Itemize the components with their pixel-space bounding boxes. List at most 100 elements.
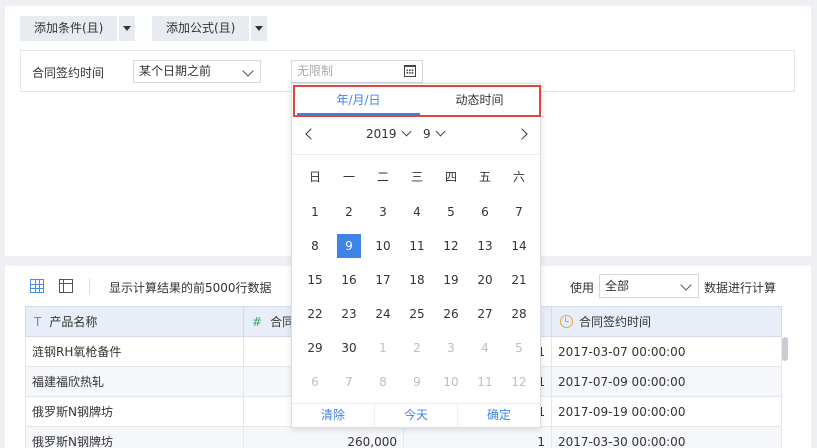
calendar-day[interactable]: 14 — [502, 235, 536, 269]
filter-operator-select[interactable]: 某个日期之前 — [133, 60, 261, 83]
calendar-day[interactable]: 22 — [298, 303, 332, 337]
toolbar-divider — [89, 278, 90, 294]
calendar-day[interactable]: 12 — [502, 371, 536, 405]
calendar-day[interactable]: 9 — [400, 371, 434, 405]
calendar-day-label: 2 — [345, 205, 353, 219]
calendar-day[interactable]: 1 — [298, 201, 332, 235]
calendar-day[interactable]: 4 — [468, 337, 502, 371]
calendar-day-label: 6 — [481, 205, 489, 219]
calendar-day[interactable]: 2 — [332, 201, 366, 235]
calendar-day-label: 25 — [409, 307, 425, 321]
weekday-label: 五 — [478, 170, 491, 184]
add-formula-button[interactable]: 添加公式(且) — [152, 16, 250, 41]
calendar-day[interactable]: 1 — [366, 337, 400, 371]
calendar-day[interactable]: 3 — [434, 337, 468, 371]
calendar-day[interactable]: 3 — [366, 201, 400, 235]
calendar-day[interactable]: 24 — [366, 303, 400, 337]
calendar-day[interactable]: 20 — [468, 269, 502, 303]
calendar-day[interactable]: 27 — [468, 303, 502, 337]
calendar-day-label: 17 — [375, 273, 391, 287]
calendar-day[interactable]: 5 — [434, 201, 468, 235]
add-condition-button[interactable]: 添加条件(且) — [20, 16, 118, 41]
month-select[interactable]: 9 — [423, 126, 446, 141]
month-value: 9 — [423, 127, 431, 141]
calendar-day[interactable]: 10 — [366, 235, 400, 269]
weekday-label: 日 — [308, 170, 321, 184]
confirm-button[interactable]: 确定 — [457, 404, 540, 427]
calendar-day[interactable]: 18 — [400, 269, 434, 303]
add-formula-dropdown-icon[interactable] — [251, 16, 268, 41]
tab-ymd[interactable]: 年/月/日 — [297, 87, 420, 115]
calendar-day-label: 2 — [413, 341, 421, 355]
use-label: 使用 — [570, 281, 595, 295]
calendar-day[interactable]: 7 — [332, 371, 366, 405]
table-cell: 2017-09-19 00:00:00 — [551, 396, 782, 427]
calendar-day[interactable]: 25 — [400, 303, 434, 337]
tab-dynamic-time[interactable]: 动态时间 — [418, 87, 541, 115]
calendar-day[interactable]: 6 — [298, 371, 332, 405]
calendar-day[interactable]: 12 — [434, 235, 468, 269]
table-cell: 俄罗斯N钢牌坊 — [25, 426, 244, 448]
calendar-day[interactable]: 5 — [502, 337, 536, 371]
calendar-day[interactable]: 11 — [468, 371, 502, 405]
table-cell: 2017-03-07 00:00:00 — [551, 336, 782, 367]
calendar-day[interactable]: 21 — [502, 269, 536, 303]
calendar-day[interactable]: 26 — [434, 303, 468, 337]
add-formula-split-button: 添加公式(且) — [152, 16, 268, 41]
table-cell: 260,000 — [243, 426, 404, 448]
calendar-divider — [292, 154, 540, 155]
calendar-day[interactable]: 10 — [434, 371, 468, 405]
calendar-day[interactable]: 4 — [400, 201, 434, 235]
calendar-day[interactable]: 15 — [298, 269, 332, 303]
calendar-day-label: 26 — [443, 307, 459, 321]
table-scrollbar[interactable] — [782, 337, 788, 361]
calendar-day-label: 30 — [341, 341, 357, 355]
today-button[interactable]: 今天 — [374, 404, 457, 427]
row-scope-value: 全部 — [605, 279, 630, 293]
date-picker-footer: 清除 今天 确定 — [292, 403, 540, 427]
year-select[interactable]: 2019 — [366, 126, 411, 141]
calendar-icon[interactable] — [404, 65, 416, 77]
number-type-icon: # — [252, 315, 263, 329]
clear-button[interactable]: 清除 — [292, 404, 374, 427]
calendar-day[interactable]: 23 — [332, 303, 366, 337]
calendar-day[interactable]: 28 — [502, 303, 536, 337]
table-cell: 1 — [403, 426, 552, 448]
calendar-day[interactable]: 30 — [332, 337, 366, 371]
add-condition-dropdown-icon[interactable] — [119, 16, 136, 41]
calendar-day-label: 24 — [375, 307, 391, 321]
calendar-days-grid: 1 2 3 4 5 6 7 8 9 10 11 12 13 14 15 16 17 18 19 20 21 22 23 24 2… — [298, 201, 536, 405]
calendar-day[interactable]: 8 — [298, 235, 332, 269]
weekday-header: 日一二三四五六 — [298, 167, 536, 187]
calendar-day[interactable]: 19 — [434, 269, 468, 303]
calendar-day[interactable]: 17 — [366, 269, 400, 303]
calendar-day-label: 27 — [477, 307, 493, 321]
calendar-day-label: 8 — [379, 375, 387, 389]
chevron-down-icon — [680, 279, 692, 291]
calendar-day[interactable]: 16 — [332, 269, 366, 303]
table-view-icon[interactable] — [30, 279, 44, 293]
calendar-day[interactable]: 7 — [502, 201, 536, 235]
chevron-down-icon — [242, 65, 254, 77]
filter-field-label: 合同签约时间 — [32, 66, 105, 80]
calendar-day-label: 8 — [311, 239, 319, 253]
detail-view-icon[interactable] — [59, 279, 73, 293]
calendar-day[interactable]: 11 — [400, 235, 434, 269]
row-scope-select[interactable]: 全部 — [599, 274, 699, 298]
column-header[interactable]: T 产品名称 — [25, 306, 244, 337]
chevron-left-icon[interactable] — [305, 128, 317, 140]
calendar-day[interactable]: 8 — [366, 371, 400, 405]
column-header-label: 合同签约时间 — [579, 315, 652, 329]
filter-date-input[interactable]: 无限制 — [291, 60, 423, 83]
calendar-day[interactable]: 2 — [400, 337, 434, 371]
date-mode-tabs: 年/月/日 动态时间 — [293, 85, 541, 117]
column-header[interactable]: 合同签约时间 — [551, 306, 782, 337]
chevron-right-icon[interactable] — [516, 128, 528, 140]
calendar-day[interactable]: 6 — [468, 201, 502, 235]
calendar-day[interactable]: 29 — [298, 337, 332, 371]
calendar-day[interactable]: 13 — [468, 235, 502, 269]
calendar-day-selected[interactable]: 9 — [332, 234, 366, 269]
calendar-day-label: 3 — [379, 205, 387, 219]
preview-info-text: 显示计算结果的前5000行数据 — [109, 281, 272, 295]
calendar-day-label: 21 — [511, 273, 527, 287]
